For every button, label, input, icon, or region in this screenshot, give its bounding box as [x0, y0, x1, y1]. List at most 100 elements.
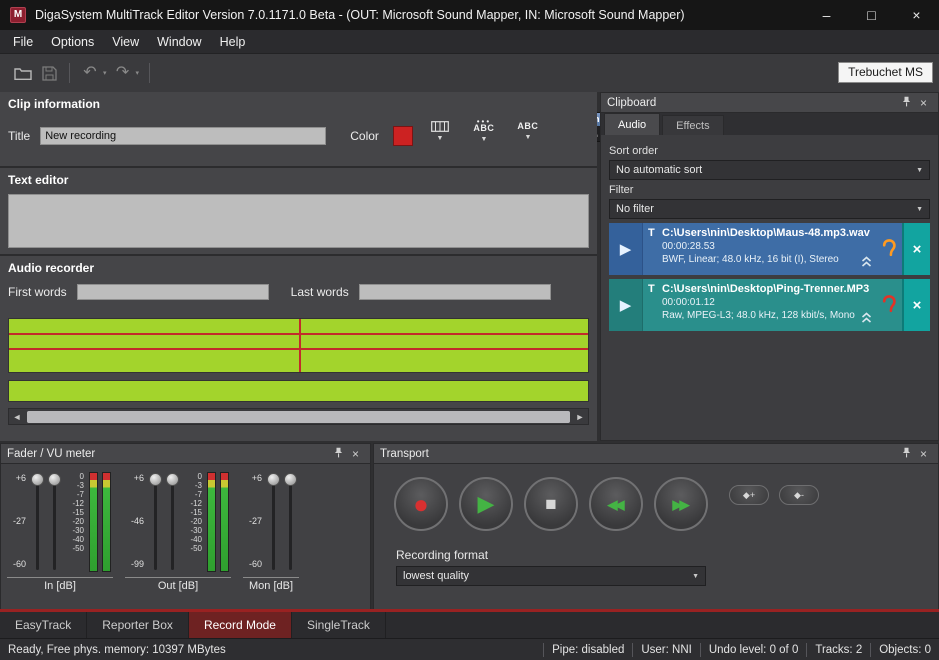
scroll-right-icon[interactable]: ► [572, 412, 588, 422]
abc-dots-dropdown-button[interactable]: ••• ABC ▼ [467, 112, 501, 150]
chevron-down-icon: ▼ [692, 573, 699, 580]
menu-bar: File Options View Window Help [0, 30, 939, 54]
fader-knob[interactable] [267, 473, 280, 486]
play-button[interactable]: ▶ [609, 279, 643, 331]
prelisten-button[interactable] [876, 279, 902, 331]
clipboard-item[interactable]: ▶ T C:\Users\nin\Desktop\Maus-48.mp3.wav… [609, 223, 930, 275]
stop-icon: ■ [545, 495, 556, 514]
close-panel-icon[interactable]: × [915, 93, 932, 113]
abc-icon: ABC [473, 124, 494, 133]
fast-forward-button[interactable]: ▶▶ [654, 477, 708, 531]
waveform-display[interactable] [8, 318, 589, 373]
menu-window[interactable]: Window [148, 30, 210, 54]
recording-format-value: lowest quality [403, 570, 469, 582]
record-button[interactable]: ● [394, 477, 448, 531]
filter-select[interactable]: No filter ▼ [609, 199, 930, 219]
fader-knob[interactable] [166, 473, 179, 486]
fader-scale: +6 -27 -60 [243, 471, 265, 574]
play-button[interactable]: ▶ [609, 223, 643, 275]
fader-knob[interactable] [48, 473, 61, 486]
clipboard-item[interactable]: ▶ T C:\Users\nin\Desktop\Ping-Trenner.MP… [609, 279, 930, 331]
fader-slider[interactable] [147, 471, 164, 574]
redo-dropdown-icon[interactable]: ▾ [136, 69, 140, 77]
scrollbar-thumb[interactable] [27, 411, 570, 423]
collapse-chevrons-icon[interactable] [861, 255, 872, 273]
clipboard-panel-header: Clipboard × [601, 93, 938, 113]
close-panel-icon[interactable]: × [915, 444, 932, 464]
scroll-left-icon[interactable]: ◄ [9, 412, 25, 422]
toolbar-separator [149, 63, 150, 83]
tab-record-mode[interactable]: Record Mode [189, 612, 292, 638]
clip-format: BWF, Linear; 48.0 kHz, 16 bit (I), Stere… [662, 254, 874, 265]
text-editor-area[interactable] [8, 194, 589, 248]
close-button[interactable]: × [894, 0, 939, 30]
remove-clip-button[interactable]: × [902, 279, 930, 331]
redo-button[interactable]: ↷ [110, 61, 136, 85]
fader-slider[interactable] [46, 471, 63, 574]
fader-panel-header: Fader / VU meter × [1, 444, 370, 464]
open-folder-button[interactable] [10, 61, 36, 85]
title-input[interactable] [40, 127, 326, 145]
sort-order-select[interactable]: No automatic sort ▼ [609, 160, 930, 180]
stop-button[interactable]: ■ [524, 477, 578, 531]
fader-slider[interactable] [265, 471, 282, 574]
first-words-input[interactable] [77, 284, 269, 300]
last-words-input[interactable] [359, 284, 551, 300]
collapse-chevrons-icon[interactable] [861, 311, 872, 329]
tab-singletrack[interactable]: SingleTrack [292, 612, 386, 638]
save-button[interactable] [36, 61, 62, 85]
menu-file[interactable]: File [4, 30, 42, 54]
font-selector-button[interactable]: Trebuchet MS [838, 62, 933, 83]
scrollbar-track[interactable] [27, 411, 570, 423]
menu-help[interactable]: Help [211, 30, 255, 54]
tab-effects[interactable]: Effects [662, 115, 723, 135]
abc-dropdown-button[interactable]: ABC ▼ [511, 112, 545, 150]
minimize-button[interactable]: – [804, 0, 849, 30]
pin-icon[interactable] [898, 444, 915, 464]
fader-knob[interactable] [284, 473, 297, 486]
pin-icon[interactable] [330, 444, 347, 464]
tab-reporter-box[interactable]: Reporter Box [87, 612, 189, 638]
fader-scale: +6 -27 -60 [7, 471, 29, 574]
color-swatch[interactable] [393, 126, 413, 146]
menu-options[interactable]: Options [42, 30, 103, 54]
keypad-dropdown-button[interactable]: ▼ [423, 112, 457, 150]
undo-icon: ↶ [83, 65, 96, 81]
marker-add-button[interactable]: ◆+ [729, 485, 769, 505]
close-panel-icon[interactable]: × [347, 444, 364, 464]
clip-information-section: Clip information Title Color ▼ ••• ABC ▼… [0, 92, 597, 168]
status-user: User: NNI [632, 643, 699, 657]
prelisten-button[interactable] [876, 223, 902, 275]
tab-audio[interactable]: Audio [604, 113, 660, 135]
fader-vu-panel: Fader / VU meter × +6 -27 -60 0 -3 [0, 443, 371, 610]
pin-icon[interactable] [898, 93, 915, 113]
remove-clip-button[interactable]: × [902, 223, 930, 275]
transport-panel-header: Transport × [374, 444, 938, 464]
undo-dropdown-icon[interactable]: ▾ [103, 69, 107, 77]
fader-slider[interactable] [164, 471, 181, 574]
marker-remove-button[interactable]: ◆- [779, 485, 819, 505]
clipboard-panel: Clipboard × Audio Effects Sort order No … [600, 92, 939, 441]
recording-format-select[interactable]: lowest quality ▼ [396, 566, 706, 586]
fader-slider[interactable] [282, 471, 299, 574]
fader-group-label: Mon [dB] [243, 577, 299, 592]
undo-button[interactable]: ↶ [77, 61, 103, 85]
mode-tabs: EasyTrack Reporter Box Record Mode Singl… [0, 612, 939, 638]
tab-easytrack[interactable]: EasyTrack [0, 612, 87, 638]
fader-knob[interactable] [149, 473, 162, 486]
marker-remove-icon: ◆- [794, 490, 804, 501]
playhead-cursor[interactable] [299, 319, 301, 372]
maximize-button[interactable]: □ [849, 0, 894, 30]
menu-view[interactable]: View [103, 30, 148, 54]
panel-title: Clipboard [607, 97, 898, 109]
fader-slider[interactable] [29, 471, 46, 574]
text-editor-section: Text editor [0, 168, 597, 256]
fader-group-label: Out [dB] [125, 577, 231, 592]
meter-scale: 0 -3 -7 -12 -15 -20 -30 -40 -50 [181, 471, 205, 574]
play-button[interactable]: ▶ [459, 477, 513, 531]
rewind-button[interactable]: ◀◀ [589, 477, 643, 531]
waveform-display-secondary[interactable] [8, 380, 589, 402]
chevron-down-icon: ▼ [916, 167, 923, 174]
status-bar: Ready, Free phys. memory: 10397 MBytes P… [0, 638, 939, 660]
fader-knob[interactable] [31, 473, 44, 486]
